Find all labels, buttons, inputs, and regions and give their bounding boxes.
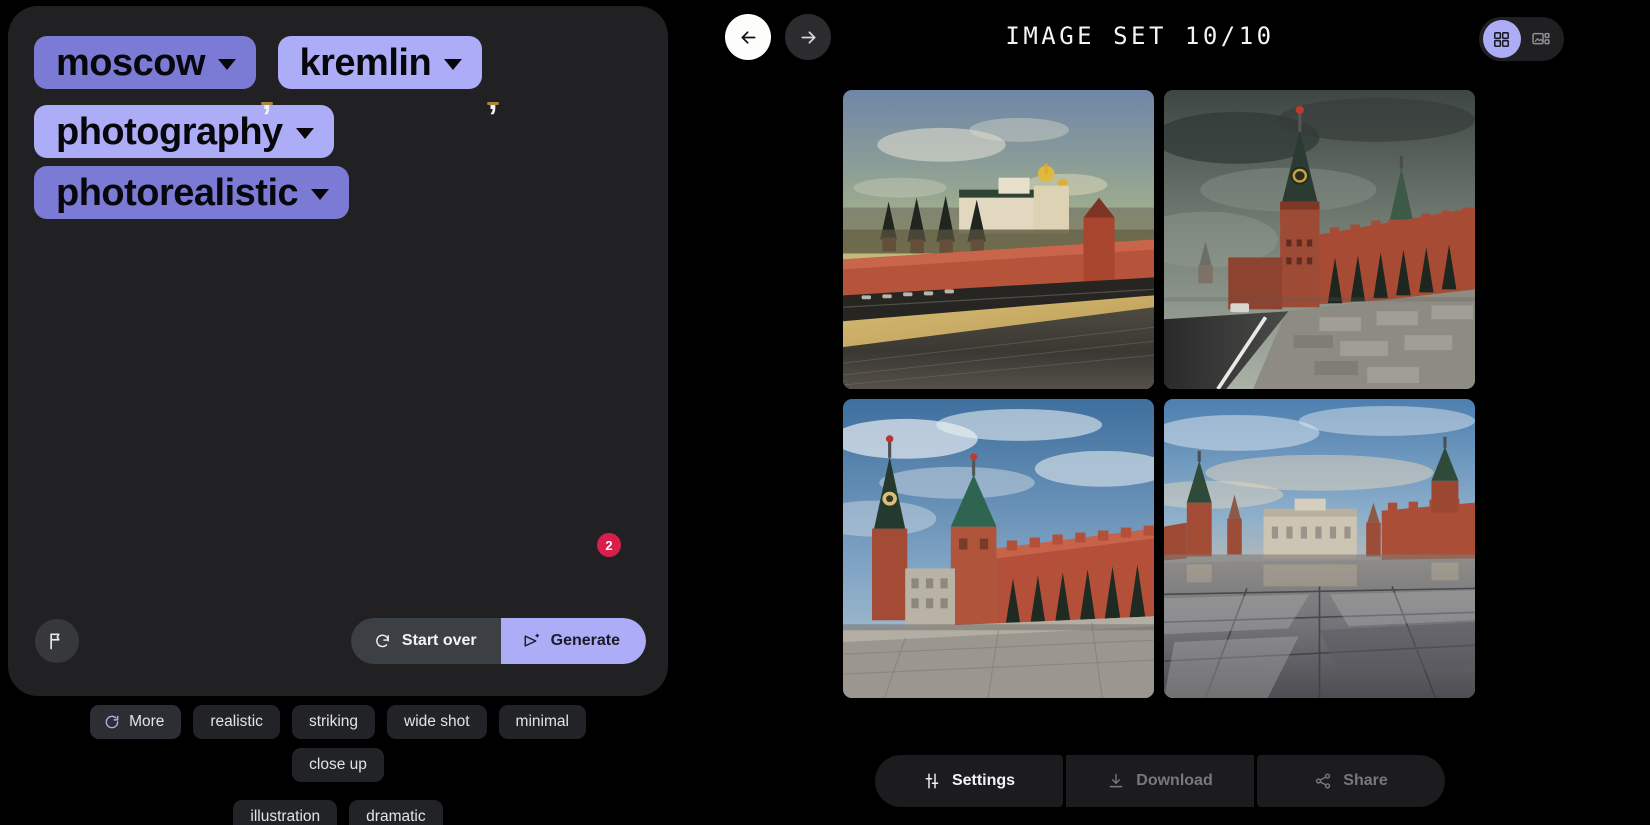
suggestion-chip-wide-shot[interactable]: wide shot — [387, 705, 486, 739]
download-button: Download — [1066, 755, 1254, 807]
prompt-panel: moscow , kremlin , photography — [0, 0, 670, 825]
suggestion-chip-striking[interactable]: striking — [292, 705, 375, 739]
suggestion-chip-illustration[interactable]: illustration — [233, 800, 337, 825]
grid-icon — [1492, 30, 1511, 49]
settings-label: Settings — [952, 772, 1015, 790]
chevron-down-icon — [444, 59, 462, 70]
prompt-token-moscow[interactable]: moscow — [34, 36, 256, 89]
image-generation-app: moscow , kremlin , photography — [0, 0, 1650, 825]
suggestion-chip-list: More realistic striking wide shot minima… — [8, 705, 668, 825]
suggestion-label: close up — [309, 756, 367, 774]
prompt-token-photorealistic[interactable]: photorealistic — [34, 166, 349, 219]
gallery-header: IMAGE SET 10/10 — [670, 14, 1650, 66]
suggestion-label: realistic — [210, 713, 263, 731]
suggestion-label: illustration — [250, 808, 320, 825]
image-thumbnail — [843, 90, 1154, 389]
suggestion-chip-close-up[interactable]: close up — [292, 748, 384, 782]
start-over-label: Start over — [402, 632, 477, 650]
share-icon — [1314, 772, 1332, 790]
chevron-down-icon — [311, 189, 329, 200]
suggestion-label: More — [129, 713, 164, 731]
send-sparkle-icon — [523, 632, 541, 650]
chevron-down-icon — [296, 128, 314, 139]
prompt-token-label: photography — [56, 113, 283, 151]
report-button[interactable] — [35, 619, 79, 663]
sliders-icon — [923, 772, 941, 790]
grid-view-button[interactable] — [1483, 20, 1521, 58]
refresh-icon — [374, 633, 391, 650]
token-separator: , — [256, 40, 277, 101]
flag-icon — [47, 631, 67, 651]
prompt-card: moscow , kremlin , photography — [8, 6, 668, 696]
suggestion-label: minimal — [516, 713, 569, 731]
generate-label: Generate — [551, 632, 620, 650]
status-badge: 2 — [597, 533, 621, 557]
generate-button[interactable]: Generate — [501, 618, 646, 664]
prompt-actions: Start over Generate — [351, 618, 646, 664]
image-thumbnail — [1164, 90, 1475, 389]
image-grid — [843, 90, 1477, 698]
prompt-token-label: moscow — [56, 44, 205, 82]
download-icon — [1107, 772, 1125, 790]
prompt-token-label: photorealistic — [56, 174, 298, 212]
prompt-token-photography[interactable]: photography — [34, 105, 334, 158]
image-thumbnail — [1164, 399, 1475, 698]
suggestion-chip-realistic[interactable]: realistic — [193, 705, 280, 739]
gallery-image-3[interactable] — [843, 399, 1154, 698]
refresh-icon — [104, 714, 120, 730]
gallery-action-bar: Settings Download Share — [875, 755, 1445, 807]
chevron-down-icon — [218, 59, 236, 70]
gallery-image-4[interactable] — [1164, 399, 1475, 698]
share-button: Share — [1257, 755, 1445, 807]
view-mode-toggle — [1479, 17, 1564, 61]
share-label: Share — [1343, 772, 1387, 790]
suggestion-label: wide shot — [404, 713, 469, 731]
gallery-image-2[interactable] — [1164, 90, 1475, 389]
suggestion-label: dramatic — [366, 808, 425, 825]
gallery-panel: IMAGE SET 10/10 — [670, 0, 1650, 825]
detail-view-button[interactable] — [1523, 20, 1561, 58]
start-over-button[interactable]: Start over — [351, 618, 501, 664]
detail-layout-icon — [1531, 29, 1551, 49]
token-separator: , — [482, 40, 503, 101]
suggestion-label: striking — [309, 713, 358, 731]
prompt-token-list: moscow , kremlin , photography — [34, 32, 638, 223]
gallery-image-1[interactable] — [843, 90, 1154, 389]
image-thumbnail — [843, 399, 1154, 698]
settings-button[interactable]: Settings — [875, 755, 1063, 807]
prompt-token-label: kremlin — [300, 44, 432, 82]
suggestion-chip-minimal[interactable]: minimal — [499, 705, 586, 739]
suggestion-more-button[interactable]: More — [90, 705, 181, 739]
download-label: Download — [1136, 772, 1212, 790]
suggestion-chip-dramatic[interactable]: dramatic — [349, 800, 442, 825]
prompt-token-kremlin[interactable]: kremlin — [278, 36, 483, 89]
